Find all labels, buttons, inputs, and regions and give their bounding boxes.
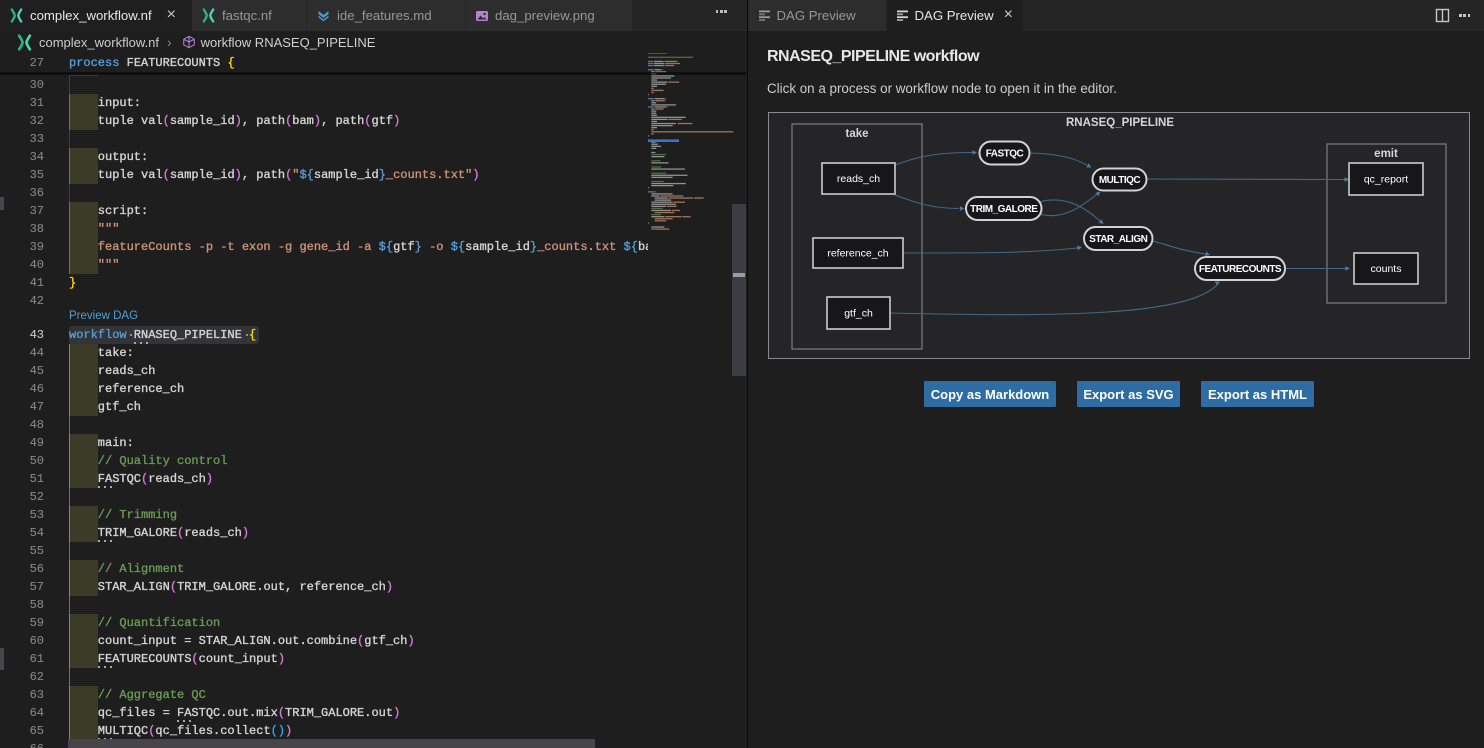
svg-text:gtf_ch: gtf_ch [844, 308, 873, 320]
svg-text:take: take [845, 128, 868, 140]
svg-text:FASTQC: FASTQC [986, 149, 1024, 160]
svg-text:emit: emit [1374, 148, 1398, 160]
svg-text:MULTIQC: MULTIQC [1099, 175, 1141, 186]
svg-text:counts: counts [1371, 263, 1402, 275]
svg-text:reads_ch: reads_ch [837, 173, 880, 185]
svg-text:FEATURECOUNTS: FEATURECOUNTS [1199, 264, 1282, 275]
svg-text:TRIM_GALORE: TRIM_GALORE [970, 204, 1038, 215]
svg-text:RNASEQ_PIPELINE: RNASEQ_PIPELINE [1066, 117, 1174, 129]
svg-text:STAR_ALIGN: STAR_ALIGN [1089, 234, 1147, 245]
svg-text:reference_ch: reference_ch [827, 248, 888, 260]
svg-text:qc_report: qc_report [1364, 174, 1408, 186]
